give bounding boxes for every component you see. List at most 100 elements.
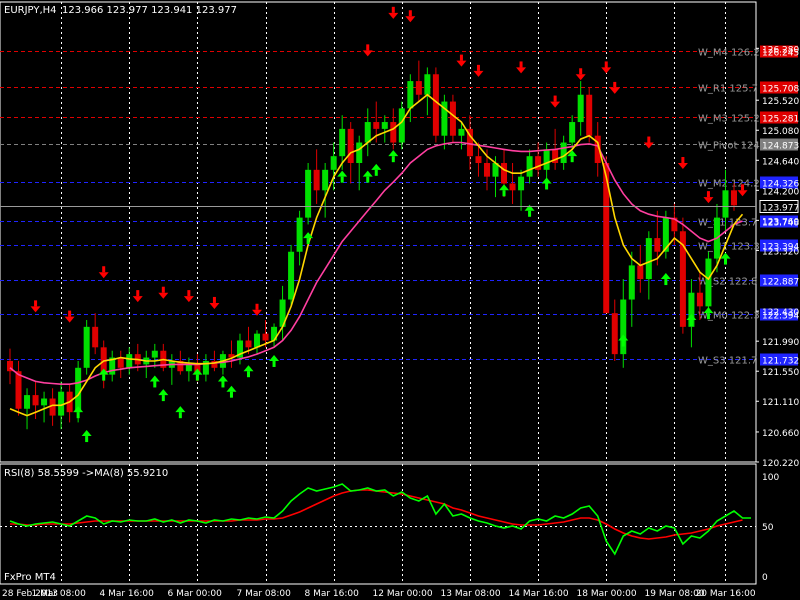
- arrow-shaft: [408, 10, 412, 17]
- candle-body: [347, 128, 354, 164]
- arrow-shaft: [246, 371, 250, 378]
- candle-body: [254, 333, 261, 348]
- time-tick-label: 13 Mar 08:00: [441, 589, 501, 599]
- arrow-shaft: [255, 303, 259, 310]
- price-tick-label: 123.320: [762, 247, 799, 257]
- pivot-price-tag-text: 124.873: [762, 142, 799, 152]
- candle-body: [262, 333, 269, 341]
- trading-chart[interactable]: W_M4 126.2 126.245W_R1 125.7 125.708W_M3 1…: [0, 0, 800, 600]
- pivot-level-label: W_M3 125.2: [698, 114, 760, 125]
- price-tick-label: 122.430: [762, 308, 799, 318]
- pivot-level-label: W_S1 123.7: [698, 218, 757, 229]
- candle-body: [509, 183, 516, 191]
- arrow-shaft: [681, 157, 685, 164]
- candle-body: [373, 122, 380, 129]
- price-tick-label: 121.110: [762, 398, 799, 408]
- arrow-shaft: [102, 266, 106, 273]
- arrow-shaft: [706, 191, 710, 198]
- ohlc-readout: 123.966 123.977 123.941 123.977: [62, 5, 237, 16]
- candle-body: [83, 326, 90, 368]
- time-tick-label: 7 Mar 08:00: [237, 589, 292, 599]
- pivot-price-tag-text: 125.708: [762, 85, 799, 95]
- candle-body: [415, 81, 422, 95]
- arrow-shaft: [161, 286, 165, 293]
- time-tick-label: 4 Mar 16:00: [100, 589, 155, 599]
- arrow-shaft: [34, 300, 38, 307]
- candle-body: [24, 395, 31, 409]
- candle-body: [92, 326, 99, 348]
- candle-body: [543, 149, 550, 170]
- arrow-shaft: [664, 279, 668, 286]
- candle-body: [49, 398, 56, 416]
- price-tick-label: 120.660: [762, 429, 799, 439]
- price-tick-label: 124.640: [762, 157, 799, 167]
- candle-body: [577, 94, 584, 123]
- price-tick-label: 124.200: [762, 187, 799, 197]
- candle-body: [696, 292, 703, 307]
- arrow-shaft: [85, 436, 89, 443]
- arrow-shaft: [366, 44, 370, 51]
- price-tick-label: 125.080: [762, 127, 799, 137]
- arrow-shaft: [102, 374, 106, 381]
- arrow-shaft: [68, 310, 72, 317]
- arrow-shaft: [136, 290, 140, 297]
- candle-body: [518, 176, 525, 191]
- arrow-shaft: [306, 238, 310, 245]
- arrow-shaft: [161, 395, 165, 402]
- time-tick-label: 18 Mar 00:00: [577, 589, 637, 599]
- pivot-price-tag-text: 122.887: [762, 278, 799, 288]
- time-tick-label: 1 Mar 08:00: [32, 589, 87, 599]
- arrow-shaft: [459, 54, 463, 61]
- candle-body: [458, 128, 465, 136]
- candle-body: [569, 122, 576, 143]
- candle-body: [731, 190, 737, 206]
- pivot-level-label: W_Pivot 124: [698, 141, 760, 152]
- time-tick-label: 6 Mar 00:00: [168, 589, 223, 599]
- arrow-shaft: [621, 340, 625, 347]
- symbol-timeframe-label: EURJPY,H4: [4, 5, 57, 16]
- rsi-indicator-title: RSI(8) 58.5599 ->MA(8) 55.9210: [4, 468, 168, 479]
- arrow-shaft: [545, 183, 549, 190]
- arrow-shaft: [502, 190, 506, 197]
- pivot-level-label: W_M2 124.2: [698, 179, 760, 190]
- candle-body: [722, 190, 729, 218]
- candle-body: [398, 108, 405, 143]
- rsi-tick-label: 50: [762, 523, 774, 533]
- candle-body: [364, 122, 371, 143]
- arrow-shaft: [647, 136, 651, 143]
- pivot-level-label: W_M1 123.3: [698, 242, 760, 253]
- candle-body: [526, 156, 533, 177]
- candle-body: [628, 265, 635, 300]
- candle-body: [449, 101, 456, 136]
- candle-body: [75, 367, 82, 413]
- arrow-shaft: [706, 313, 710, 320]
- arrow-shaft: [366, 176, 370, 183]
- candle-body: [245, 340, 252, 348]
- candle-body: [322, 169, 329, 191]
- candle-body: [151, 350, 158, 358]
- candle-body: [330, 156, 337, 170]
- pivot-level-label: W_M4 126.2: [698, 48, 760, 59]
- candle-body: [390, 122, 397, 143]
- pivot-level-label: W_R1 125.7: [698, 84, 758, 95]
- arrow-shaft: [579, 68, 583, 75]
- candle-body: [296, 217, 303, 252]
- arrow-shaft: [374, 169, 378, 176]
- candle-body: [32, 395, 39, 406]
- arrow-shaft: [272, 360, 276, 367]
- arrow-shaft: [178, 412, 182, 419]
- arrow-shaft: [212, 296, 216, 303]
- arrow-shaft: [229, 391, 233, 398]
- candle-body: [475, 156, 482, 164]
- time-tick-label: 14 Mar 16:00: [509, 589, 569, 599]
- time-tick-label: 20 Mar 16:00: [696, 589, 756, 599]
- rsi-tick-label: 100: [762, 473, 779, 483]
- candle-body: [654, 238, 661, 252]
- candle-body: [483, 163, 490, 177]
- arrow-shaft: [391, 156, 395, 163]
- arrow-shaft: [570, 156, 574, 163]
- candle-body: [313, 169, 320, 191]
- broker-brand-label: FxPro MT4: [4, 572, 56, 583]
- arrow-shaft: [476, 64, 480, 71]
- candle-body: [41, 398, 48, 406]
